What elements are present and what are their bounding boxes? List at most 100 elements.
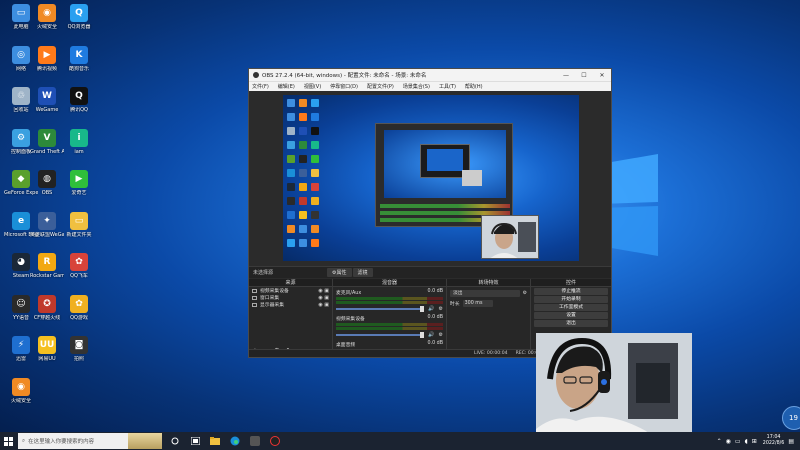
- task-view-icon[interactable]: [168, 434, 182, 448]
- gear-icon[interactable]: ⚙: [439, 306, 443, 312]
- desktop-icon-label: QQ飞车: [70, 273, 88, 279]
- desktop-icon[interactable]: ▶ 爱奇艺: [62, 168, 96, 208]
- file-explorer-icon[interactable]: [208, 434, 222, 448]
- preview-icon: [311, 183, 319, 191]
- preview-icon: [311, 169, 319, 177]
- desktop-icon-label: QQ游戏: [70, 314, 88, 321]
- desktop-icon[interactable]: Q 腾讯QQ: [62, 85, 96, 125]
- widgets-icon[interactable]: [188, 434, 202, 448]
- taskbar-search-box[interactable]: ⌕ 在这里输入你要搜索的内容: [18, 433, 162, 449]
- desktop-icon[interactable]: ▶ 腾讯视频: [30, 44, 64, 84]
- desktop-icon[interactable]: R Rockstar Games: [30, 251, 64, 291]
- menu-docks[interactable]: 停靠窗口(D): [330, 83, 358, 90]
- preview-icon: [287, 239, 295, 247]
- menu-tools[interactable]: 工具(T): [439, 83, 456, 90]
- notification-icon[interactable]: ▤: [788, 438, 794, 445]
- preview-icon: [299, 239, 307, 247]
- desktop-icon[interactable]: ✿ QQ飞车: [62, 251, 96, 291]
- maximize-button[interactable]: ☐: [575, 72, 593, 79]
- mixer-channel-name: 麦克风/Aux: [336, 291, 362, 296]
- preview-icon: [299, 155, 307, 163]
- obs-taskbar-icon[interactable]: [268, 434, 282, 448]
- mixer-channel-name: 桌面音频: [336, 343, 356, 348]
- desktop-icon[interactable]: ✪ CF穿越火线: [30, 293, 64, 333]
- duration-input[interactable]: 300 ms: [462, 300, 493, 307]
- preview-icon: [311, 141, 319, 149]
- menu-file[interactable]: 文件(F): [252, 83, 269, 90]
- obs-preview-canvas[interactable]: [283, 95, 579, 261]
- desktop-icon[interactable]: W WeGame: [30, 85, 64, 125]
- volume-fader[interactable]: [336, 306, 425, 312]
- menu-edit[interactable]: 编辑(E): [278, 83, 295, 90]
- transition-settings-gear-icon[interactable]: ⚙: [523, 291, 527, 296]
- source-label: 显示器采集: [260, 303, 284, 308]
- gear-icon[interactable]: ⚙: [439, 332, 443, 338]
- desktop-icon-label: 火绒安全: [10, 397, 31, 404]
- menu-view[interactable]: 视图(V): [304, 83, 321, 90]
- app-icon: ◆: [12, 170, 30, 188]
- obs-window[interactable]: OBS 27.2.4 (64-bit, windows) - 配置文件: 未命名…: [248, 68, 612, 358]
- source-item[interactable]: 视频采集设备 ◉ ▣: [249, 287, 332, 294]
- app-icon: Q: [70, 87, 88, 105]
- desktop-icon[interactable]: ✦英雄联盟WeGame版: [30, 210, 64, 250]
- source-item[interactable]: 窗口采集 ◉ ▣: [249, 294, 332, 301]
- app-icon: ⚙: [12, 128, 30, 147]
- desktop-icon[interactable]: ◉ 火绒安全: [30, 2, 64, 42]
- close-button[interactable]: ✕: [593, 72, 611, 79]
- tray-app-icon[interactable]: ◉: [726, 438, 731, 445]
- volume-fader[interactable]: [336, 332, 425, 338]
- app-icon: ☺: [12, 294, 30, 313]
- desktop-icon[interactable]: ◉ 火绒安全: [4, 376, 38, 416]
- desktop-icon-label: WeGame: [35, 107, 59, 113]
- floating-badge[interactable]: 19: [782, 406, 800, 430]
- obs-title-bar[interactable]: OBS 27.2.4 (64-bit, windows) - 配置文件: 未命名…: [249, 69, 611, 81]
- obs-menu-bar: 文件(F) 编辑(E) 视图(V) 停靠窗口(D) 配置文件(P) 场景集合(S…: [249, 81, 611, 91]
- edge-icon[interactable]: [228, 434, 242, 448]
- source-label: 视频采集设备: [260, 289, 289, 294]
- preview-icon: [299, 197, 307, 205]
- taskbar-app-icon[interactable]: [248, 434, 262, 448]
- desktop-icon[interactable]: i iam: [62, 127, 96, 167]
- desktop-icon[interactable]: VGrand Theft Auto V: [30, 127, 64, 167]
- desktop-icon[interactable]: UU 网易UU: [30, 334, 64, 374]
- input-method-icon[interactable]: ⊞: [752, 438, 757, 445]
- desktop-icon[interactable]: ◙ 拍照: [62, 334, 96, 374]
- desktop-icon[interactable]: ◍ OBS: [30, 168, 64, 208]
- mixer-dock-title: 混音器: [333, 279, 446, 287]
- desktop-icon-label: Grand Theft Auto V: [30, 148, 64, 155]
- network-icon[interactable]: ▭: [735, 438, 741, 445]
- start-recording-button[interactable]: 开始录制: [534, 296, 608, 303]
- mixer-channel: 麦克风/Aux 0.0 dB 🔊 ⚙: [336, 289, 443, 312]
- desktop-icon[interactable]: ✿ QQ游戏: [62, 293, 96, 333]
- properties-button[interactable]: ⚙属性: [327, 268, 352, 277]
- stop-streaming-button[interactable]: 停止推流: [534, 288, 608, 295]
- app-icon: ◉: [12, 377, 30, 396]
- preview-icon: [287, 113, 295, 121]
- desktop-icon[interactable]: ▭ 新建文件夹: [62, 210, 96, 250]
- eye-icon[interactable]: ◉ ▣: [318, 302, 329, 308]
- eye-icon[interactable]: ◉ ▣: [318, 288, 329, 294]
- start-button[interactable]: [0, 432, 16, 450]
- preview-icon: [287, 197, 295, 205]
- source-label: 窗口采集: [260, 296, 280, 301]
- menu-help[interactable]: 帮助(H): [465, 83, 483, 90]
- settings-button[interactable]: 设置: [534, 312, 608, 319]
- sources-dock: 来源 视频采集设备◉ ▣ 窗口采集◉ ▣ 显示器采集◉ ▣ + − ⚙ ⌃ ⌄: [249, 279, 333, 357]
- speaker-icon[interactable]: 🔊: [428, 332, 434, 338]
- eye-icon[interactable]: ◉ ▣: [318, 295, 329, 301]
- studio-mode-button[interactable]: 工作室模式: [534, 304, 608, 311]
- transitions-dock-title: 转场特效: [447, 279, 530, 287]
- exit-button[interactable]: 退出: [534, 320, 608, 327]
- tray-expand-icon[interactable]: ⌃: [717, 438, 722, 445]
- source-item[interactable]: 显示器采集 ◉ ▣: [249, 301, 332, 308]
- minimize-button[interactable]: —: [557, 72, 575, 79]
- speaker-icon[interactable]: 🔊: [428, 306, 434, 312]
- filters-button[interactable]: 滤镜: [352, 268, 373, 277]
- desktop-icon[interactable]: Q QQ浏览器: [62, 2, 96, 42]
- transition-select[interactable]: 淡出: [450, 290, 520, 297]
- menu-profile[interactable]: 配置文件(P): [367, 83, 394, 90]
- volume-icon[interactable]: ◖: [745, 438, 748, 445]
- menu-scene-collection[interactable]: 场景集合(S): [403, 83, 430, 90]
- taskbar-clock[interactable]: 17:04 2022/8/6: [763, 435, 785, 447]
- desktop-icon[interactable]: K 酷狗音乐: [62, 44, 96, 84]
